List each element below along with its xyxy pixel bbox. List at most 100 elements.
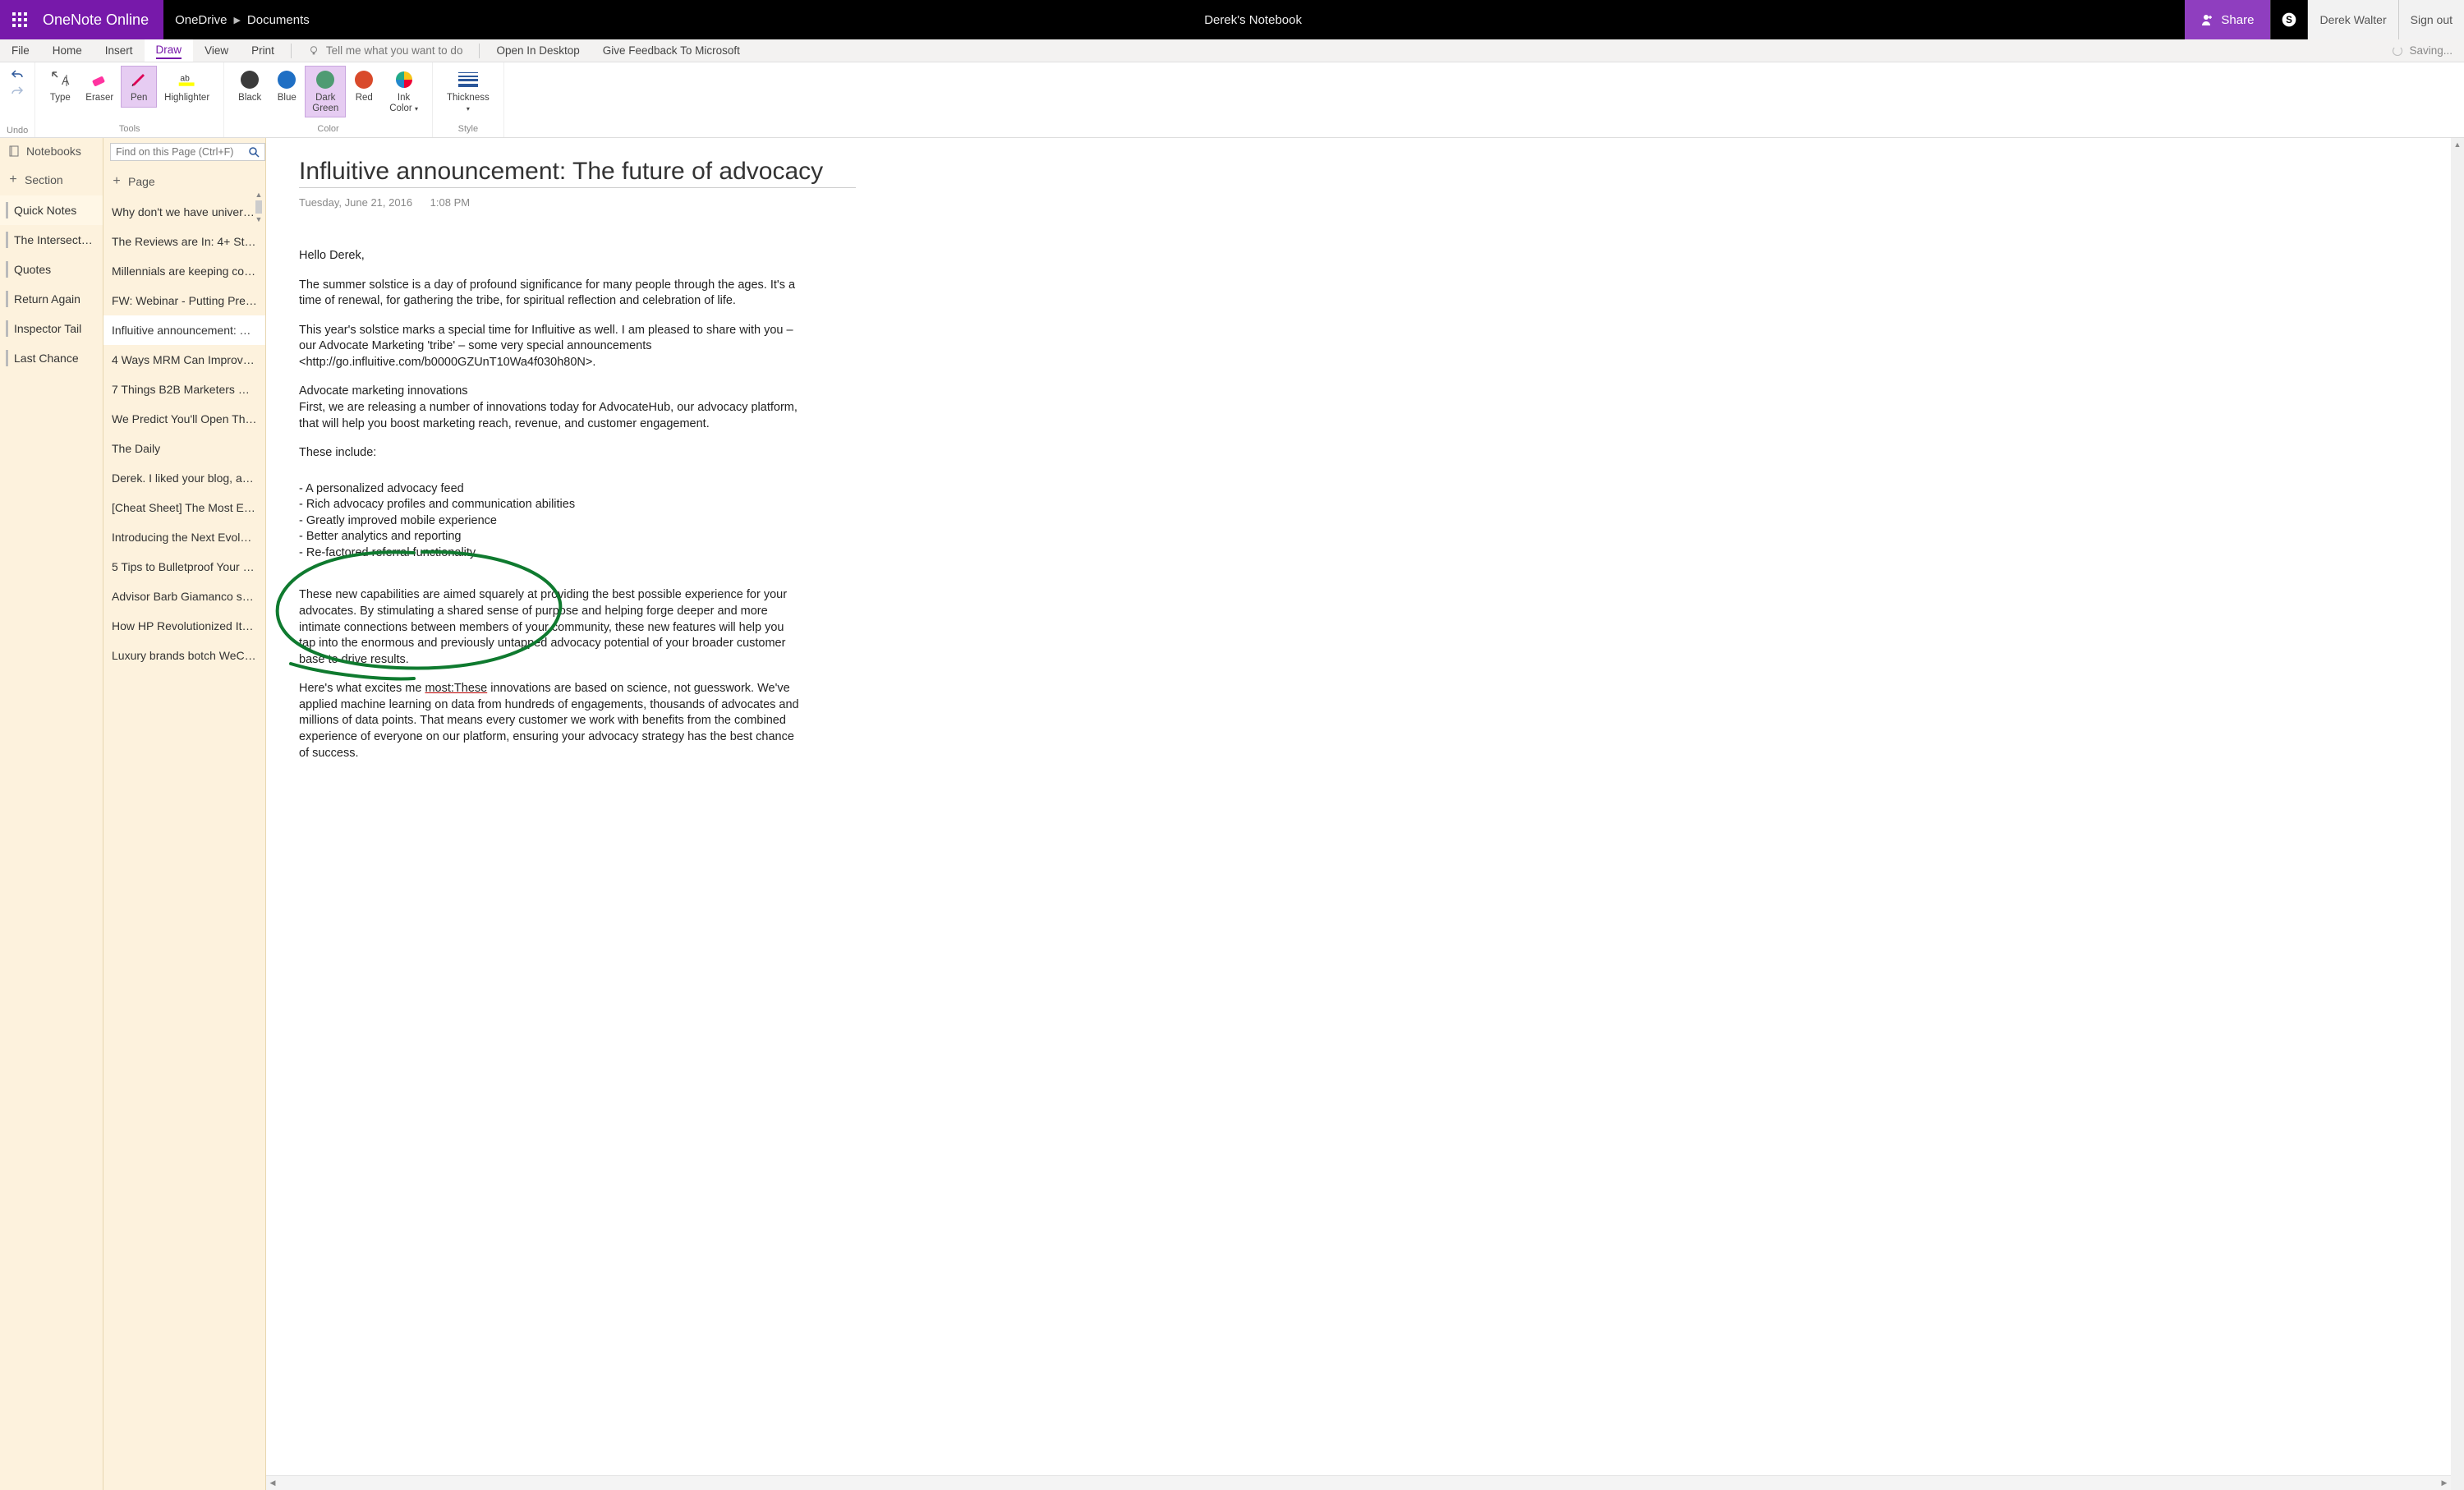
scroll-up-icon[interactable]: ▲ (2451, 138, 2464, 151)
eraser-button[interactable]: Eraser (78, 66, 121, 108)
section-item[interactable]: The Intersection (0, 225, 103, 255)
menu-file[interactable]: File (0, 39, 41, 62)
menu-print[interactable]: Print (240, 39, 286, 62)
search-icon[interactable] (248, 146, 260, 158)
menu-view[interactable]: View (193, 39, 240, 62)
group-label-color: Color (317, 122, 338, 136)
page-item[interactable]: How HP Revolutionized Its Soc (103, 611, 265, 641)
page-canvas[interactable]: Influitive announcement: The future of a… (266, 138, 2464, 1490)
share-label: Share (2221, 13, 2254, 27)
add-page-button[interactable]: + Page (103, 166, 265, 197)
breadcrumb-root[interactable]: OneDrive (175, 13, 227, 27)
menu-draw[interactable]: Draw (145, 39, 194, 62)
section-item[interactable]: Quotes (0, 255, 103, 284)
canvas-hscrollbar[interactable]: ◀ ▶ (266, 1475, 2451, 1490)
menu-home[interactable]: Home (41, 39, 94, 62)
title-right: Share S Derek Walter Sign out (2185, 0, 2464, 39)
page-item[interactable]: Millennials are keeping coupo (103, 256, 265, 286)
page-item[interactable]: 7 Things B2B Marketers Shoul (103, 375, 265, 404)
section-item[interactable]: Return Again (0, 284, 103, 314)
greeting: Hello Derek, (299, 248, 800, 264)
add-section-label: Section (25, 173, 63, 186)
pen-button[interactable]: Pen (121, 66, 157, 108)
color-black-button[interactable]: Black (231, 66, 269, 108)
para-2: This year's solstice marks a special tim… (299, 323, 800, 371)
share-icon (2201, 13, 2214, 26)
group-label-undo: Undo (7, 126, 28, 136)
give-feedback[interactable]: Give Feedback To Microsoft (591, 39, 752, 62)
page-item[interactable]: Derek. I liked your blog, and I (103, 463, 265, 493)
color-red-button[interactable]: Red (346, 66, 382, 108)
type-button[interactable]: A Type (42, 66, 78, 108)
scroll-thumb[interactable] (255, 200, 262, 214)
notebook-title[interactable]: Derek's Notebook (321, 0, 2186, 39)
pen-icon (129, 70, 149, 90)
highlighter-button[interactable]: ab Highlighter (157, 66, 217, 108)
scroll-up-icon[interactable]: ▲ (255, 191, 263, 199)
bullet-item: - A personalized advocacy feed (299, 481, 800, 498)
pages-list: Why don't we have universal bThe Reviews… (103, 197, 265, 1490)
section-item[interactable]: Last Chance (0, 343, 103, 373)
pages-scrollbar[interactable]: ▲ ▼ (254, 191, 264, 223)
page-item[interactable]: Luxury brands botch WeChat - (103, 641, 265, 670)
page-item[interactable]: Why don't we have universal b (103, 197, 265, 227)
section-item[interactable]: Inspector Tail (0, 314, 103, 343)
page-date: Tuesday, June 21, 2016 (299, 196, 412, 209)
scroll-right-icon[interactable]: ▶ (2438, 1476, 2451, 1490)
separator (291, 44, 292, 58)
spinner-icon (2393, 46, 2402, 56)
color-dark-green-button[interactable]: Dark Green (305, 66, 346, 117)
notebooks-button[interactable]: Notebooks (0, 138, 103, 164)
breadcrumb-folder[interactable]: Documents (247, 13, 310, 27)
section-item[interactable]: Quick Notes (0, 195, 103, 225)
search-box[interactable] (110, 143, 265, 161)
user-area: Derek Walter Sign out (2308, 0, 2464, 39)
ribbon-group-color: Black Blue Dark Green Red Ink Color ▾ Co… (224, 62, 433, 137)
color-blue-button[interactable]: Blue (269, 66, 305, 108)
saving-status: Saving... (2409, 44, 2453, 57)
ink-color-button[interactable]: Ink Color ▾ (382, 66, 425, 117)
menu-insert[interactable]: Insert (94, 39, 145, 62)
user-name[interactable]: Derek Walter (2308, 0, 2398, 39)
page-item[interactable]: Advisor Barb Giamanco shares (103, 582, 265, 611)
notebook-icon (8, 145, 20, 157)
ribbon: Undo A Type Eraser Pen ab Highlighter To… (0, 62, 2464, 138)
add-section-button[interactable]: + Section (0, 164, 103, 195)
heading-innovations: Advocate marketing innovations (299, 384, 800, 400)
skype-button[interactable]: S (2270, 0, 2308, 39)
thickness-icon (458, 71, 478, 88)
app-name: OneNote Online (39, 11, 149, 29)
blue-swatch-icon (278, 71, 296, 89)
page-item[interactable]: [Cheat Sheet] The Most Effecti (103, 493, 265, 522)
scroll-left-icon[interactable]: ◀ (266, 1476, 279, 1490)
thickness-button[interactable]: Thickness▾ (439, 66, 497, 117)
signout-link[interactable]: Sign out (2399, 0, 2464, 39)
window-vscrollbar[interactable]: ▲ (2451, 138, 2464, 1490)
sections-panel: Notebooks + Section Quick NotesThe Inter… (0, 138, 103, 1490)
cursor-text-icon: A (50, 70, 70, 90)
page-item[interactable]: The Daily (103, 434, 265, 463)
page-item[interactable]: 5 Tips to Bulletproof Your Web (103, 552, 265, 582)
highlighter-icon: ab (177, 70, 197, 90)
page-title[interactable]: Influitive announcement: The future of a… (299, 158, 856, 188)
page-item[interactable]: We Predict You'll Open This Em (103, 404, 265, 434)
redo-button[interactable] (9, 84, 25, 99)
page-item[interactable]: 4 Ways MRM Can Improve You (103, 345, 265, 375)
page-item[interactable]: FW: Webinar - Putting Predicti (103, 286, 265, 315)
ribbon-group-undo: Undo (0, 62, 35, 137)
page-body[interactable]: Hello Derek, The summer solstice is a da… (299, 248, 800, 761)
search-input[interactable] (116, 146, 248, 158)
page-item[interactable]: The Reviews are In: 4+ Stars. (103, 227, 265, 256)
page-item[interactable]: Introducing the Next Evolution (103, 522, 265, 552)
app-launcher-icon[interactable] (0, 0, 39, 39)
share-button[interactable]: Share (2185, 0, 2270, 39)
scroll-down-icon[interactable]: ▼ (255, 215, 263, 223)
tell-me-search[interactable]: Tell me what you want to do (297, 44, 475, 57)
ribbon-group-tools: A Type Eraser Pen ab Highlighter Tools (35, 62, 224, 137)
canvas-inner[interactable]: Influitive announcement: The future of a… (266, 138, 2451, 1475)
plus-icon: + (112, 174, 122, 189)
page-item[interactable]: Influitive announcement: The f (103, 315, 265, 345)
lightbulb-icon (308, 45, 319, 57)
open-in-desktop[interactable]: Open In Desktop (485, 39, 591, 62)
undo-button[interactable] (9, 67, 25, 82)
